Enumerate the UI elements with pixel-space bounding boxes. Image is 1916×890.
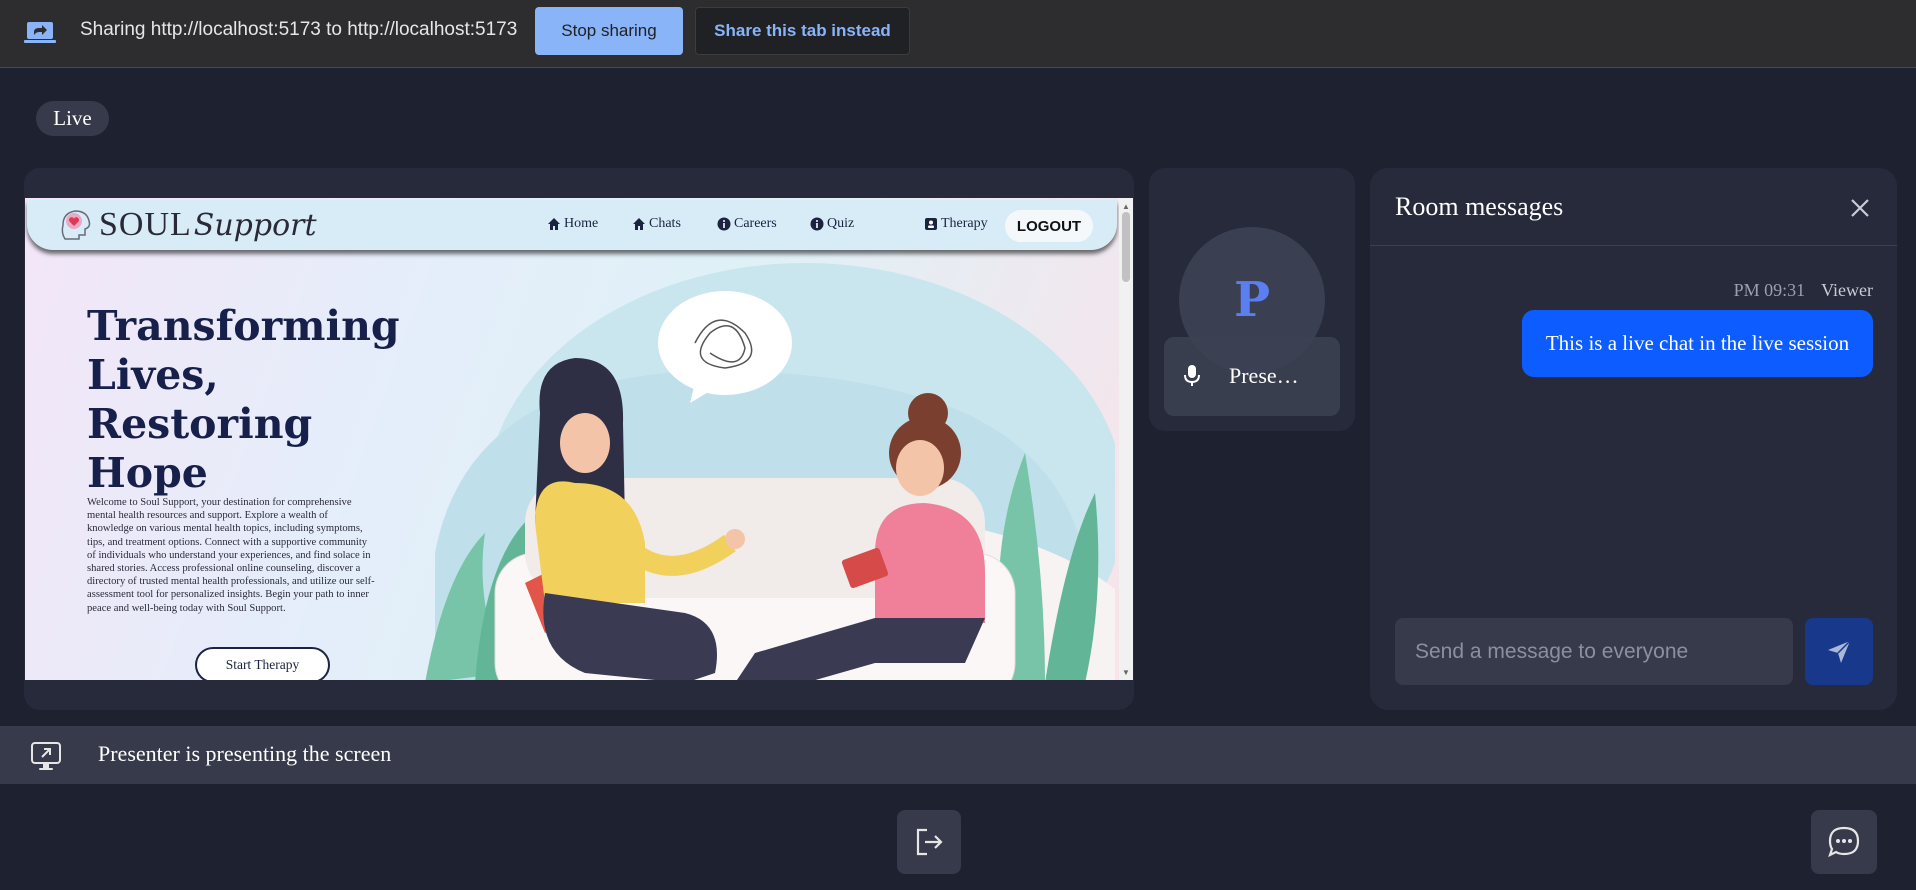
message-meta: PM 09:31 Viewer xyxy=(1734,280,1873,301)
logo-support-text: Support xyxy=(193,207,317,243)
chat-title: Room messages xyxy=(1395,192,1564,221)
live-badge: Live xyxy=(36,101,109,136)
room-messages-panel: Room messages PM 09:31 Viewer This is a … xyxy=(1370,168,1897,710)
nav-therapy[interactable]: Therapy xyxy=(924,216,988,232)
hero-heading: Transforming Lives, Restoring Hope xyxy=(87,302,400,497)
message-input[interactable] xyxy=(1395,618,1793,685)
nav-chats[interactable]: Chats xyxy=(632,216,681,232)
nav-quiz[interactable]: Quiz xyxy=(810,216,854,232)
exit-icon xyxy=(916,828,943,856)
logo-soul-text: SOUL xyxy=(99,206,192,243)
screen-share-bar: Sharing http://localhost:5173 to http://… xyxy=(0,0,1916,68)
close-icon[interactable] xyxy=(1848,196,1872,220)
message-sender: Viewer xyxy=(1821,280,1873,300)
stop-sharing-button[interactable]: Stop sharing xyxy=(535,7,683,55)
send-icon xyxy=(1828,639,1851,663)
nav-careers-label: Careers xyxy=(734,216,777,231)
contact-card-icon xyxy=(925,218,937,230)
microphone-icon xyxy=(1184,365,1200,386)
screen-share-icon xyxy=(24,22,56,43)
scroll-down-icon[interactable]: ▼ xyxy=(1122,668,1130,677)
home-icon xyxy=(633,218,645,230)
divider xyxy=(1370,245,1897,246)
nav-careers[interactable]: Careers xyxy=(717,216,777,232)
message-bubble: This is a live chat in the live session xyxy=(1522,310,1873,377)
leave-room-button[interactable] xyxy=(897,810,961,874)
hero-paragraph: Welcome to Soul Support, your destinatio… xyxy=(87,497,375,614)
therapy-illustration xyxy=(425,263,1115,680)
site-logo: SOUL Support xyxy=(57,200,317,250)
chat-toggle-button[interactable] xyxy=(1811,810,1877,874)
message-time: PM 09:31 xyxy=(1733,280,1806,300)
shared-screen-view: SOUL Support Home Chats Careers Quiz The… xyxy=(25,198,1133,680)
chat-bubble-icon xyxy=(1828,826,1860,858)
scrollbar-thumb[interactable] xyxy=(1122,212,1130,282)
home-icon xyxy=(548,218,560,230)
start-therapy-button[interactable]: Start Therapy xyxy=(195,647,330,680)
nav-chats-label: Chats xyxy=(649,216,681,231)
info-icon xyxy=(810,217,824,231)
nav-home-label: Home xyxy=(564,216,599,231)
participant-name: Prese… xyxy=(1229,363,1299,388)
brain-heart-icon xyxy=(61,210,91,240)
send-button[interactable] xyxy=(1805,618,1873,685)
share-this-tab-button[interactable]: Share this tab instead xyxy=(695,7,910,55)
participant-name-bar: Prese… xyxy=(1164,337,1340,416)
info-icon xyxy=(717,217,731,231)
logout-button[interactable]: LOGOUT xyxy=(1005,210,1093,242)
share-status-text: Sharing http://localhost:5173 to http://… xyxy=(80,19,518,40)
scroll-up-icon[interactable]: ▲ xyxy=(1122,202,1130,211)
screen-present-icon xyxy=(31,742,61,770)
presenting-status-text: Presenter is presenting the screen xyxy=(98,741,392,766)
presenting-status-bar: Presenter is presenting the screen xyxy=(0,726,1916,784)
shared-screen-scrollbar[interactable]: ▲ ▼ xyxy=(1119,198,1133,680)
nav-therapy-label: Therapy xyxy=(941,216,988,231)
nav-quiz-label: Quiz xyxy=(827,216,855,231)
shared-site-navbar: SOUL Support Home Chats Careers Quiz The… xyxy=(27,200,1117,250)
nav-home[interactable]: Home xyxy=(547,216,598,232)
